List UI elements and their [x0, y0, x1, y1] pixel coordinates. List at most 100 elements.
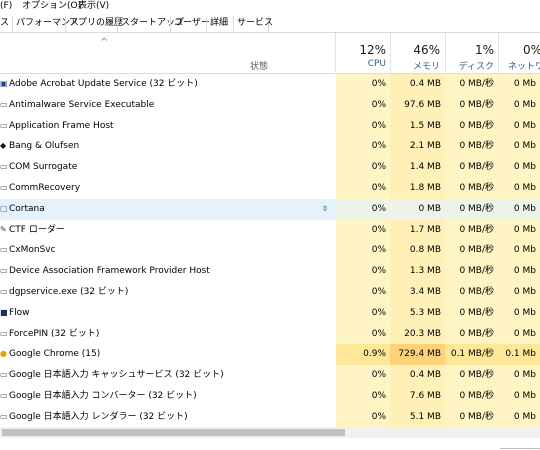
disk-cell: 0 MB/秒 — [445, 302, 498, 324]
tab-details[interactable]: 詳細 — [206, 16, 233, 32]
table-row[interactable]: ■ Flow 0% 5.3 MB 0 MB/秒 0 Mb — [0, 302, 540, 324]
table-row[interactable]: ▣ Adobe Acrobat Update Service (32 ビット) 0%… — [0, 74, 540, 95]
network-cell: 0 Mb — [498, 198, 540, 220]
network-cell: 0 Mb — [498, 74, 540, 95]
process-name: Device Association Framework Provider Ho… — [9, 266, 210, 277]
header-memory-label[interactable]: メモリ — [390, 59, 440, 72]
table-row[interactable]: ▢ Cortana ⌽ 0% 0 MB 0 MB/秒 0 Mb — [0, 198, 540, 220]
table-row[interactable]: ▭ Antimalware Service Executable 0% 97.6 MB… — [0, 94, 540, 116]
network-cell: 0 Mb — [498, 406, 540, 428]
suspended-leaf-icon: ⌽ — [322, 202, 328, 214]
tab-processes[interactable]: ス — [0, 16, 12, 32]
tab-startup[interactable]: スタートアップ — [117, 16, 184, 32]
table-row[interactable]: ▭ COM Surrogate 0% 1.4 MB 0 MB/秒 0 Mb — [0, 157, 540, 178]
header-disk-label[interactable]: ディスク — [445, 59, 494, 72]
network-cell: 0 Mb — [498, 219, 540, 241]
process-name-cell[interactable]: ▭ Google 日本語入力 コンバーター (32 ビット) — [0, 386, 335, 407]
header-status[interactable]: 状態 — [250, 59, 268, 72]
table-row[interactable]: ● Google Chrome (15) 0.9% 729.4 MB 0.1 MB/秒 0… — [0, 344, 540, 366]
tab-performance[interactable]: パフォーマンス — [12, 16, 79, 32]
process-name: CommRecovery — [9, 182, 81, 193]
header-cpu-percent[interactable]: 12% — [336, 43, 386, 57]
window-icon: ▭ — [0, 162, 8, 172]
table-row[interactable]: ▭ CommRecovery 0% 1.8 MB 0 MB/秒 0 Mb — [0, 177, 540, 199]
window-icon: ▭ — [0, 411, 8, 421]
memory-cell: 0.4 MB — [390, 74, 445, 95]
table-row[interactable]: ▭ Google 日本語入力 レンダラー (32 ビット) 0% 5.1 MB 0 MB… — [0, 406, 540, 428]
process-name-cell[interactable]: ■ Flow — [0, 303, 335, 324]
header-cpu-label[interactable]: CPU — [336, 59, 386, 69]
tab-users[interactable]: ユーザー — [170, 16, 210, 32]
cortana-icon: ▢ — [0, 203, 8, 213]
process-name-cell[interactable]: ▭ dgpservice.exe (32 ビット) — [0, 282, 335, 303]
header-memory-percent[interactable]: 46% — [390, 43, 440, 57]
memory-cell: 1.3 MB — [390, 261, 445, 282]
table-row[interactable]: ◆ Bang & Olufsen 0% 2.1 MB 0 MB/秒 0 Mb — [0, 136, 540, 158]
cpu-cell: 0.9% — [336, 344, 390, 366]
cpu-cell: 0% — [336, 406, 390, 428]
header-network-percent[interactable]: 0% — [498, 43, 540, 57]
disk-cell: 0.1 MB/秒 — [445, 344, 498, 366]
table-row[interactable]: ▭ Google 日本語入力 キャッシュサービス (32 ビット) 0% 0.4 MB… — [0, 365, 540, 386]
memory-cell: 1.4 MB — [390, 157, 445, 178]
memory-cell: 20.3 MB — [390, 323, 445, 345]
process-name-cell[interactable]: ▣ Adobe Acrobat Update Service (32 ビット) — [0, 74, 335, 95]
process-name-cell[interactable]: ▭ Antimalware Service Executable — [0, 95, 335, 116]
table-row[interactable]: ▭ Google 日本語入力 コンバーター (32 ビット) 0% 7.6 MB 0 M… — [0, 385, 540, 407]
footer-divider — [500, 448, 540, 449]
process-name-cell[interactable]: ▭ Application Frame Host — [0, 116, 335, 137]
process-name-cell[interactable]: ▭ ForcePIN (32 ビット) — [0, 324, 335, 345]
window-icon: ▭ — [0, 120, 8, 130]
cpu-cell: 0% — [336, 94, 390, 116]
network-cell: 0 Mb — [498, 157, 540, 178]
menu-options[interactable]: オプション(O) — [22, 0, 81, 13]
window-icon: ▭ — [0, 370, 8, 380]
cpu-cell: 0% — [336, 157, 390, 178]
cpu-cell: 0% — [336, 115, 390, 137]
table-row[interactable]: ▭ CxMonSvc 0% 0.8 MB 0 MB/秒 0 Mb — [0, 240, 540, 262]
disk-cell: 0 MB/秒 — [445, 261, 498, 282]
disk-cell: 0 MB/秒 — [445, 94, 498, 116]
disk-cell: 0 MB/秒 — [445, 281, 498, 303]
sort-arrow-icon[interactable]: ^ — [100, 37, 108, 48]
network-cell: 0 Mb — [498, 281, 540, 303]
tab-services[interactable]: サービス — [233, 16, 273, 32]
cpu-cell: 0% — [336, 261, 390, 282]
process-name-cell[interactable]: ▭ CxMonSvc — [0, 240, 335, 261]
network-cell: 0 Mb — [498, 302, 540, 324]
process-name-cell[interactable]: ▭ Google 日本語入力 キャッシュサービス (32 ビット) — [0, 365, 335, 386]
cpu-cell: 0% — [336, 365, 390, 386]
window-icon: ▭ — [0, 390, 8, 400]
window-icon: ▭ — [0, 328, 8, 338]
horizontal-scrollbar[interactable] — [0, 427, 540, 438]
table-row[interactable]: ▭ Device Association Framework Provider H… — [0, 261, 540, 282]
table-row[interactable]: ✎ CTF ローダー 0% 1.7 MB 0 MB/秒 0 Mb — [0, 219, 540, 241]
process-name: Google 日本語入力 コンバーター (32 ビット) — [9, 390, 197, 401]
menu-view[interactable]: 表示(V) — [78, 0, 109, 13]
menu-bar: (F) オプション(O) 表示(V) — [0, 0, 540, 13]
menu-file[interactable]: (F) — [0, 0, 12, 13]
table-row[interactable]: ▭ Application Frame Host 0% 1.5 MB 0 MB/秒 0 M… — [0, 115, 540, 137]
cpu-cell: 0% — [336, 136, 390, 158]
disk-cell: 0 MB/秒 — [445, 74, 498, 95]
process-name-cell[interactable]: ◆ Bang & Olufsen — [0, 136, 335, 157]
process-name-cell[interactable]: ▭ COM Surrogate — [0, 157, 335, 178]
process-name-cell[interactable]: ✎ CTF ローダー — [0, 220, 335, 241]
process-name-cell[interactable]: ▢ Cortana — [0, 199, 335, 220]
process-name-cell[interactable]: ▭ Google 日本語入力 レンダラー (32 ビット) — [0, 407, 335, 428]
process-name-cell[interactable]: ▭ CommRecovery — [0, 178, 335, 199]
table-row[interactable]: ▭ ForcePIN (32 ビット) 0% 20.3 MB 0 MB/秒 0 Mb — [0, 323, 540, 345]
scrollbar-thumb[interactable] — [2, 429, 345, 436]
memory-cell: 0.4 MB — [390, 365, 445, 386]
process-name-cell[interactable]: ● Google Chrome (15) — [0, 344, 335, 365]
cpu-cell: 0% — [336, 198, 390, 220]
window-icon: ▭ — [0, 245, 8, 255]
cpu-cell: 0% — [336, 281, 390, 303]
process-list: ▣ Adobe Acrobat Update Service (32 ビット) 0%… — [0, 74, 540, 428]
network-cell: 0 Mb — [498, 177, 540, 199]
process-name-cell[interactable]: ▭ Device Association Framework Provider H… — [0, 261, 335, 282]
tab-app-history[interactable]: アプリの履歴 — [65, 16, 123, 32]
table-row[interactable]: ▭ dgpservice.exe (32 ビット) 0% 3.4 MB 0 MB/秒 0 … — [0, 281, 540, 303]
chrome-icon: ● — [0, 349, 7, 359]
header-disk-percent[interactable]: 1% — [445, 43, 494, 57]
